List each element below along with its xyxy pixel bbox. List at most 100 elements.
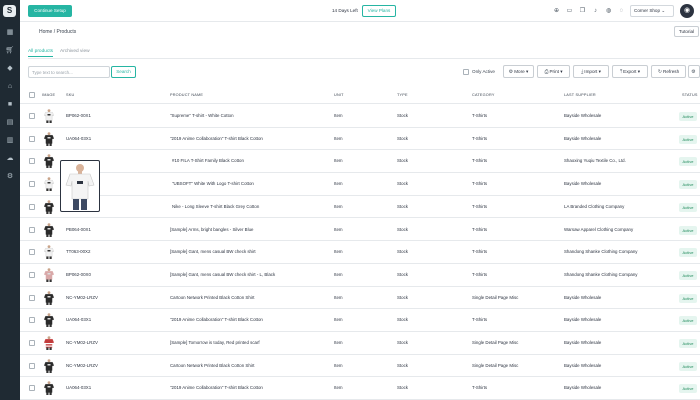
select-all-checkbox[interactable]	[29, 92, 35, 98]
settings-button[interactable]: ⚙	[688, 65, 700, 78]
column-header-image[interactable]: IMAGE	[42, 86, 55, 104]
print-icon: ⎙	[544, 69, 549, 75]
print-button[interactable]: ⎙Print ▾	[537, 65, 570, 78]
column-header-sku[interactable]: SKU	[66, 86, 74, 104]
chat-icon[interactable]: ▭	[565, 6, 574, 16]
cell-product-name[interactable]: Nike - Long Sleeve T-shirt Black Grey Co…	[172, 196, 259, 218]
cell-product-name[interactable]: [Sample] Arms, bright bangles - Silver B…	[170, 219, 253, 241]
table-row[interactable]: BP062-00X1 "Supreme" T-shirt - White Cott…	[20, 105, 700, 128]
row-checkbox[interactable]	[29, 249, 35, 256]
cell-product-name[interactable]: #10 FILA T-Shirt Family Black Cotton	[172, 150, 244, 172]
cell-last-supplier: Bayside Wholesale	[564, 113, 602, 118]
table-row[interactable]: BP062-00X0 [Sample] Gant, mens casual BW …	[20, 264, 700, 287]
table-row[interactable]: UA064-03X1 "2019 Anime Collaboration" T-s…	[20, 128, 700, 151]
export-button[interactable]: ⤒Export ▾	[612, 65, 648, 78]
row-checkbox[interactable]	[29, 113, 35, 119]
product-thumbnail[interactable]	[44, 131, 54, 146]
product-thumbnail[interactable]	[44, 222, 54, 237]
table-row[interactable]: NC-YM02-LRZV [Sample] Tomorrow is today, …	[20, 332, 700, 355]
row-checkbox[interactable]	[29, 203, 35, 210]
book-icon[interactable]: ▤	[5, 118, 15, 128]
status-badge: Active	[679, 248, 697, 258]
row-checkbox[interactable]	[29, 271, 35, 278]
product-thumbnail[interactable]	[44, 313, 54, 328]
cell-sku: NC-YM02-LRZV	[66, 294, 98, 300]
cell-product-name[interactable]: [Sample] Tomorrow is today, Red printed …	[170, 332, 260, 354]
cart-icon[interactable]: 🛒︎	[5, 46, 15, 56]
column-header-last-supplier[interactable]: LAST SUPPLIER	[564, 86, 596, 104]
product-thumbnail[interactable]	[44, 109, 54, 123]
only-active-toggle[interactable]: Only Active	[463, 67, 495, 77]
bell-icon[interactable]: ♪	[591, 6, 600, 16]
row-checkbox[interactable]	[29, 385, 35, 392]
import-button[interactable]: ⤓Import ▾	[573, 65, 609, 78]
table-row[interactable]: NC-YM02-LRZV Cartoon Network Printed Blac…	[20, 355, 700, 378]
row-checkbox[interactable]	[29, 340, 35, 346]
cell-product-name[interactable]: "Supreme" T-shirt - White Cotton	[170, 105, 234, 127]
cell-product-name[interactable]: Cartoon Network Printed Black Cotton Shi…	[170, 355, 254, 377]
column-header-category[interactable]: CATEGORY	[472, 86, 495, 104]
cell-product-name[interactable]: "2019 Anime Collaboration" T-shirt Black…	[170, 128, 263, 150]
dashboard-icon[interactable]: ▦	[5, 28, 15, 38]
help-icon[interactable]: ◌	[617, 6, 626, 16]
column-header-status[interactable]: STATUS	[682, 86, 698, 104]
cell-type: Stock	[397, 226, 408, 232]
store-selector[interactable]: Corner Shop ⌄	[630, 5, 674, 17]
add-icon[interactable]: ⊕	[552, 6, 561, 16]
table-row[interactable]: Nike - Long Sleeve T-shirt Black Grey Co…	[20, 196, 700, 219]
row-checkbox[interactable]	[29, 181, 35, 188]
product-thumbnail[interactable]	[44, 177, 54, 192]
more-button[interactable]: ⚙More ▾	[503, 65, 534, 78]
column-header-product-name[interactable]: PRODUCT NAME	[170, 86, 203, 104]
avatar[interactable]: ◉	[680, 4, 694, 18]
row-checkbox[interactable]	[29, 226, 35, 233]
tab-archived-view[interactable]: Archived view	[60, 47, 90, 56]
chart-icon[interactable]: ▥	[5, 136, 15, 146]
column-header-type[interactable]: TYPE	[397, 86, 408, 104]
refresh-button[interactable]: ↻Refresh	[651, 65, 686, 78]
app-logo-icon[interactable]: S	[3, 5, 16, 17]
cell-product-name[interactable]: "UBSOFT" White With Logo T-shirt Cotton	[172, 173, 254, 195]
product-thumbnail[interactable]	[44, 290, 54, 305]
cloud-icon[interactable]: ☁	[5, 154, 15, 164]
tag-icon[interactable]: ◆	[5, 64, 15, 74]
table-row[interactable]: TT063-00X2 [Sample] Gant, mens casual BW …	[20, 241, 700, 264]
product-thumbnail[interactable]	[44, 268, 54, 282]
row-checkbox[interactable]	[29, 294, 35, 301]
search-input[interactable]	[28, 66, 110, 78]
table-row[interactable]: PB064-00X1 [Sample] Arms, bright bangles …	[20, 219, 700, 242]
product-thumbnail[interactable]	[44, 358, 54, 373]
cell-product-name[interactable]: Cartoon Network Printed Black Cotton Shi…	[170, 287, 254, 309]
product-thumbnail[interactable]	[44, 336, 54, 350]
product-thumbnail[interactable]	[44, 245, 54, 260]
tab-all-products[interactable]: All products	[28, 47, 54, 57]
row-checkbox[interactable]	[29, 317, 35, 324]
search-button[interactable]: Search	[111, 66, 136, 78]
view-plans-button[interactable]: View Plans	[362, 5, 396, 17]
cell-product-name[interactable]: "2019 Anime Collaboration" T-shirt Black…	[170, 377, 263, 399]
table-row[interactable]: NC-YM02-LRZV Cartoon Network Printed Blac…	[20, 287, 700, 310]
table-row[interactable]: UA064-03X1 "2019 Anime Collaboration" T-s…	[20, 309, 700, 332]
continue-setup-button[interactable]: Continue Setup	[28, 5, 72, 17]
column-header-unit[interactable]: UNIT	[334, 86, 344, 104]
table-row[interactable]: "UBSOFT" White With Logo T-shirt Cotton I…	[20, 173, 700, 196]
cell-category: T-Shirts	[472, 181, 488, 187]
home-icon[interactable]: ⌂	[5, 82, 15, 92]
globe-icon[interactable]: ◍	[604, 6, 613, 16]
cell-product-name[interactable]: [Sample] Gant, mens casual BW check shir…	[170, 264, 275, 286]
row-checkbox[interactable]	[29, 362, 35, 369]
product-thumbnail[interactable]	[44, 199, 54, 214]
row-checkbox[interactable]	[29, 135, 35, 142]
row-checkbox[interactable]	[29, 158, 35, 165]
tutorial-button[interactable]: Tutorial	[674, 26, 699, 37]
cell-product-name[interactable]: "2019 Anime Collaboration" T-shirt Black…	[170, 309, 263, 331]
gear-icon[interactable]: ⚙	[5, 172, 15, 182]
table-row[interactable]: #10 FILA T-Shirt Family Black Cotton Item…	[20, 150, 700, 174]
box-icon[interactable]: ■	[5, 100, 15, 110]
product-thumbnail[interactable]	[44, 381, 54, 396]
table-row[interactable]: UA064-03X1 "2019 Anime Collaboration" T-s…	[20, 377, 700, 400]
product-thumbnail[interactable]	[44, 154, 54, 169]
copy-icon[interactable]: ❐	[578, 6, 587, 16]
only-active-checkbox[interactable]	[463, 68, 469, 75]
cell-product-name[interactable]: [Sample] Gant, mens casual BW check shir…	[170, 241, 256, 263]
